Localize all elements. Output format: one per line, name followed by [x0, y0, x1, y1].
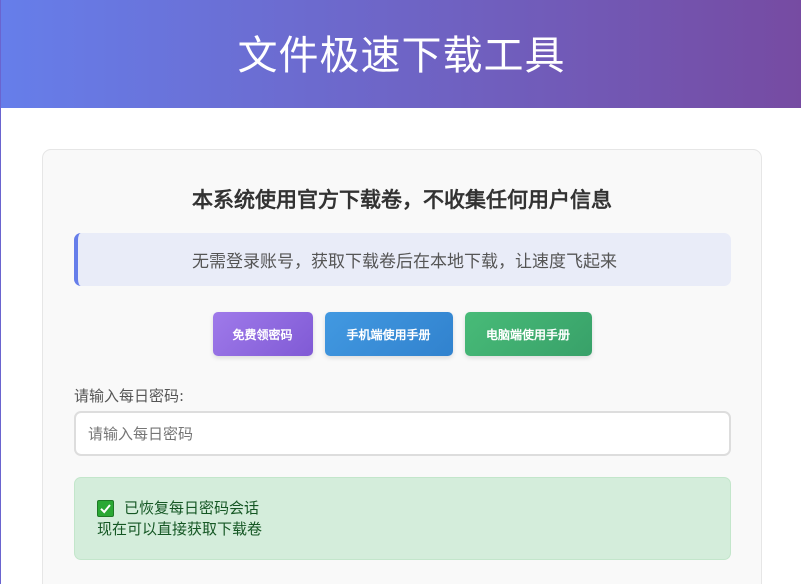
status-line-1: 已恢复每日密码会话 — [97, 498, 730, 519]
daily-password-input[interactable] — [74, 411, 731, 456]
session-status-message: 已恢复每日密码会话 现在可以直接获取下载卷 — [74, 477, 731, 560]
mobile-manual-button[interactable]: 手机端使用手册 — [324, 312, 453, 356]
page-header: 文件极速下载工具 — [1, 0, 801, 108]
pc-manual-button[interactable]: 电脑端使用手册 — [464, 312, 592, 356]
check-icon — [97, 500, 114, 517]
info-banner-text: 无需登录账号，获取下载卷后在本地下载，让速度飞起来 — [192, 252, 617, 272]
status-line-2: 现在可以直接获取下载卷 — [97, 520, 263, 538]
action-buttons: 免费领密码 手机端使用手册 电脑端使用手册 — [43, 312, 761, 356]
privacy-notice-title: 本系统使用官方下载卷，不收集任何用户信息 — [192, 188, 612, 212]
main-card: 本系统使用官方下载卷，不收集任何用户信息 无需登录账号，获取下载卷后在本地下载，… — [42, 149, 762, 584]
info-banner: 无需登录账号，获取下载卷后在本地下载，让速度飞起来 — [74, 233, 731, 286]
page-title: 文件极速下载工具 — [237, 33, 566, 79]
password-field-label: 请输入每日密码: — [74, 387, 185, 405]
free-password-button[interactable]: 免费领密码 — [212, 312, 313, 356]
page: 文件极速下载工具 本系统使用官方下载卷，不收集任何用户信息 无需登录账号，获取下… — [0, 0, 801, 584]
status-line-1-text: 已恢复每日密码会话 — [124, 499, 260, 517]
